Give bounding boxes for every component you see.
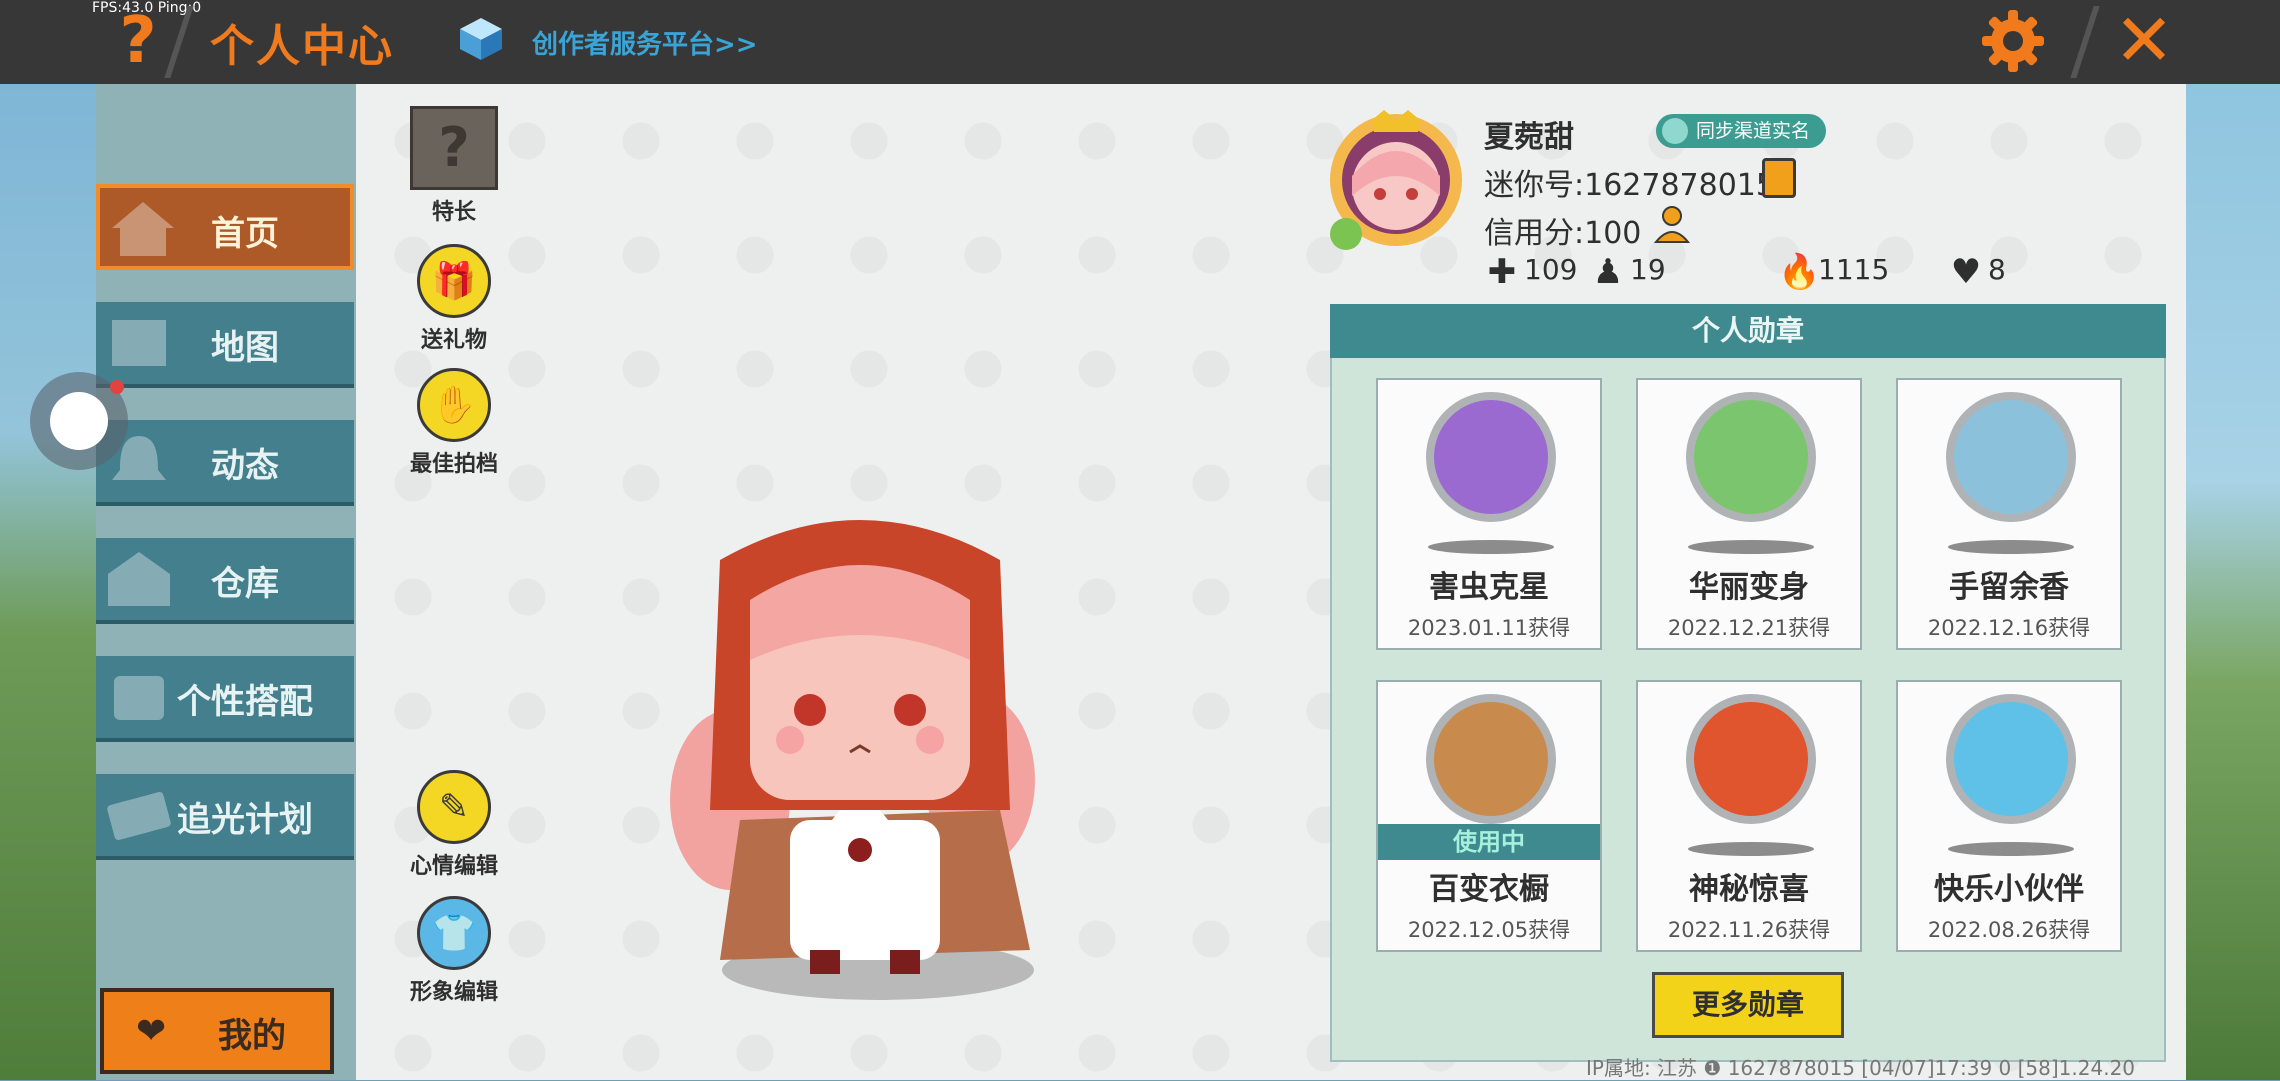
in-use-tag: 使用中 — [1378, 824, 1600, 860]
look-edit-label: 形象编辑 — [409, 980, 498, 1005]
likes-count: 8 — [1988, 253, 2006, 286]
medal-date: 2022.12.05获得 — [1407, 918, 1571, 942]
sidebar-item-home[interactable]: 首页 — [96, 184, 354, 270]
credit-score: 信用分:100 — [1484, 216, 1642, 251]
shirt-icon: 👕 — [417, 896, 491, 970]
character-model[interactable] — [650, 490, 1090, 1010]
medal-date: 2023.01.11获得 — [1407, 616, 1571, 640]
handshake-icon: ✋ — [417, 368, 491, 442]
sidebar-item-label: 动态 — [211, 446, 279, 486]
medal-name: 手留余香 — [1949, 570, 2069, 605]
heat-count: 1115 — [1818, 253, 1890, 286]
floating-assist-button[interactable] — [30, 372, 128, 470]
medal-badge-icon — [1686, 694, 1816, 824]
medal-shadow — [1948, 842, 2074, 856]
user-name: 夏菀甜 — [1484, 120, 1574, 155]
medal-shadow — [1428, 540, 1554, 554]
sidebar-item-light-chase[interactable]: 追光计划 — [96, 774, 354, 860]
medal-date: 2022.11.26获得 — [1667, 918, 1831, 942]
sidebar-item-label: 追光计划 — [177, 800, 313, 840]
mine-button[interactable]: ❤ 我的 — [100, 988, 334, 1074]
fans-stat[interactable]: ♟ 19 — [1590, 252, 1666, 292]
medal-badge-icon — [1426, 694, 1556, 824]
skill-button[interactable]: ? 特长 — [394, 106, 514, 226]
gift-label: 送礼物 — [420, 328, 487, 353]
gift-button[interactable]: 🎁 送礼物 — [394, 244, 514, 354]
cube-icon[interactable] — [458, 16, 504, 62]
medal-shadow — [1688, 842, 1814, 856]
medal-date: 2022.12.16获得 — [1927, 616, 2091, 640]
question-block-icon: ? — [410, 106, 498, 190]
flame-icon: 🔥 — [1778, 252, 1821, 292]
copy-icon[interactable] — [1762, 158, 1796, 198]
background-right — [2186, 84, 2280, 1080]
add-friend-count: 109 — [1524, 253, 1578, 286]
medal-shadow — [1688, 540, 1814, 554]
help-icon[interactable]: ? — [112, 6, 164, 76]
sidebar-item-outfit[interactable]: 个性搭配 — [96, 656, 354, 742]
realname-sync-badge[interactable]: 同步渠道实名 — [1656, 114, 1827, 148]
sidebar-item-feed[interactable]: 动态 — [96, 420, 354, 506]
footer-status: IP属地: 江苏 ❶ 1627878015 [04/07]17:39 0 [58… — [1586, 1056, 2136, 1080]
divider — [164, 6, 194, 78]
sidebar-item-map[interactable]: 地图 — [96, 302, 354, 388]
medal-name: 害虫克星 — [1429, 570, 1549, 605]
notification-dot — [110, 380, 124, 394]
edit-icon: ✎ — [417, 770, 491, 844]
sidebar-item-label: 个性搭配 — [177, 682, 313, 722]
fans-icon: ♟ — [1592, 252, 1624, 292]
skill-label: 特长 — [431, 200, 476, 225]
medal-badge-icon — [1686, 392, 1816, 522]
medal-shadow — [1948, 540, 2074, 554]
credit-user-icon[interactable] — [1652, 204, 1692, 244]
assist-knob — [50, 392, 108, 450]
medals-header: 个人勋章 — [1330, 304, 2166, 358]
add-friend-stat[interactable]: ✚ 109 — [1484, 252, 1578, 292]
medal-card[interactable]: 神秘惊喜 2022.11.26获得 — [1636, 680, 1862, 952]
more-medals-button[interactable]: 更多勋章 — [1652, 972, 1844, 1038]
medal-card[interactable]: 华丽变身 2022.12.21获得 — [1636, 378, 1862, 650]
medal-badge-icon — [1946, 694, 2076, 824]
best-partner-label: 最佳拍档 — [409, 452, 498, 477]
creator-platform-link[interactable]: 创作者服务平台>> — [532, 24, 758, 61]
gift-icon: 🎁 — [417, 244, 491, 318]
medal-badge-icon — [1946, 392, 2076, 522]
likes-stat: ♥ 8 — [1948, 252, 2006, 292]
medal-date: 2022.08.26获得 — [1927, 918, 2091, 942]
realname-badge-label: 同步渠道实名 — [1696, 120, 1811, 142]
avatar[interactable] — [1322, 106, 1470, 254]
mini-id: 迷你号:1627878015 — [1484, 168, 1775, 203]
sidebar-item-label: 仓库 — [211, 564, 279, 604]
heart-icon: ❤ — [136, 1011, 167, 1052]
medal-name: 快乐小伙伴 — [1934, 872, 2084, 907]
medal-name: 神秘惊喜 — [1689, 872, 1809, 907]
gear-icon[interactable] — [1980, 8, 2046, 74]
mood-edit-button[interactable]: ✎ 心情编辑 — [394, 770, 514, 880]
medal-card[interactable]: 手留余香 2022.12.16获得 — [1896, 378, 2122, 650]
mood-edit-label: 心情编辑 — [409, 854, 498, 879]
medal-badge-icon — [1426, 392, 1556, 522]
medal-name: 华丽变身 — [1689, 570, 1809, 605]
divider — [2070, 6, 2100, 78]
medal-card[interactable]: 害虫克星 2023.01.11获得 — [1376, 378, 1602, 650]
fans-count: 19 — [1630, 253, 1666, 286]
sidebar-item-label: 首页 — [211, 214, 279, 254]
page-title: 个人中心 — [210, 21, 394, 72]
medal-date: 2022.12.21获得 — [1667, 616, 1831, 640]
heart-icon: ♥ — [1950, 252, 1982, 292]
look-edit-button[interactable]: 👕 形象编辑 — [394, 896, 514, 1006]
best-partner-button[interactable]: ✋ 最佳拍档 — [394, 368, 514, 478]
mine-label: 我的 — [218, 1016, 286, 1056]
medal-card[interactable]: 使用中 百变衣橱 2022.12.05获得 — [1376, 680, 1602, 952]
heat-stat: 🔥1115 — [1778, 252, 1889, 292]
medal-card[interactable]: 快乐小伙伴 2022.08.26获得 — [1896, 680, 2122, 952]
sidebar-item-label: 地图 — [211, 328, 279, 368]
medal-name: 百变衣橱 — [1429, 872, 1549, 907]
user-check-icon — [1662, 118, 1688, 144]
sidebar-item-storage[interactable]: 仓库 — [96, 538, 354, 624]
top-bar: FPS:43.0 Ping:0 ? 个人中心 创作者服务平台>> ✕ — [0, 0, 2280, 84]
close-icon[interactable]: ✕ — [2108, 4, 2180, 76]
background-left — [0, 84, 96, 1080]
add-friend-icon: ✚ — [1487, 252, 1517, 292]
